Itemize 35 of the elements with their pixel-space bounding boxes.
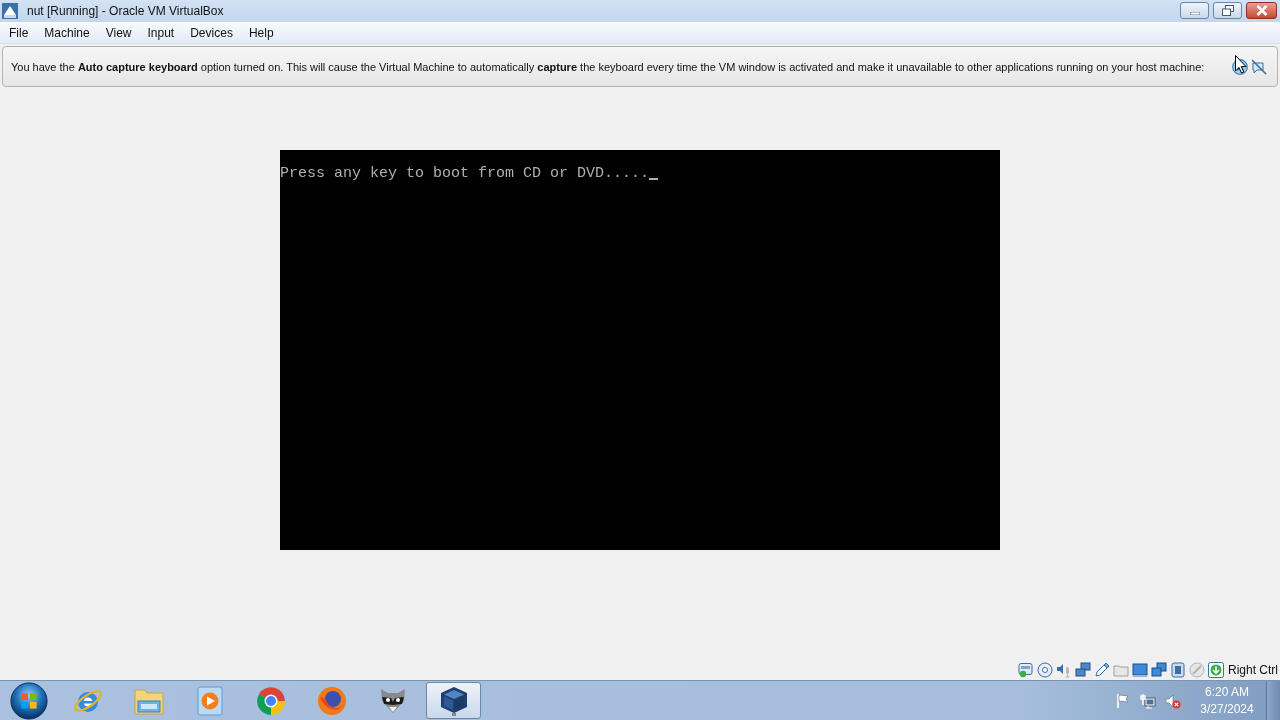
menu-item[interactable]: File [1, 23, 37, 42]
taskbar-button[interactable] [426, 682, 481, 719]
minimize-button[interactable] [1180, 2, 1209, 19]
restore-icon [1221, 5, 1234, 16]
window-title: nut [Running] - Oracle VM VirtualBox [27, 4, 224, 18]
network-icon[interactable] [1075, 662, 1091, 678]
menu-item[interactable]: Machine [36, 23, 98, 42]
boot-message: Press any key to boot from CD or DVD..... [280, 164, 650, 184]
tricolor-wheel-icon [254, 684, 287, 717]
app-icon [2, 3, 18, 19]
display-icon[interactable] [1132, 662, 1148, 678]
muted-speaker-icon[interactable] [1165, 692, 1181, 709]
speaker-microphone-icon[interactable] [1056, 662, 1072, 678]
menu-item[interactable]: View [97, 23, 140, 42]
flag-icon[interactable] [1115, 692, 1131, 709]
pencil-icon[interactable] [1094, 662, 1110, 678]
restore-button[interactable] [1213, 2, 1242, 19]
menu-item[interactable]: Devices [182, 23, 241, 42]
disc-icon[interactable] [1037, 662, 1053, 678]
notification-text: You have the Auto capture keyboard option turned on. This will cause the Virtual Machine to automatically capture the keyboard every time the VM window is activated and make it unavailable to other applications running on your host machine: [11, 60, 1206, 73]
down-arrow-icon[interactable] [1208, 662, 1224, 678]
network-monitor-icon[interactable] [1140, 692, 1156, 709]
chip-icon[interactable] [1170, 662, 1186, 678]
pointer-icon [1235, 55, 1247, 74]
orb-icon [9, 681, 48, 720]
menu-item[interactable]: Input [139, 23, 183, 42]
close-icon [1255, 5, 1268, 16]
host-key-label: Right Ctrl [1228, 663, 1278, 677]
close-button[interactable] [1246, 2, 1277, 19]
fox-globe-icon [315, 684, 348, 717]
menu-item[interactable]: Help [240, 23, 282, 42]
crossed-bubble-icon[interactable] [1251, 58, 1267, 75]
screens-icon[interactable] [1151, 662, 1167, 678]
minimize-icon [1189, 11, 1200, 15]
text-cursor-icon [649, 178, 659, 180]
